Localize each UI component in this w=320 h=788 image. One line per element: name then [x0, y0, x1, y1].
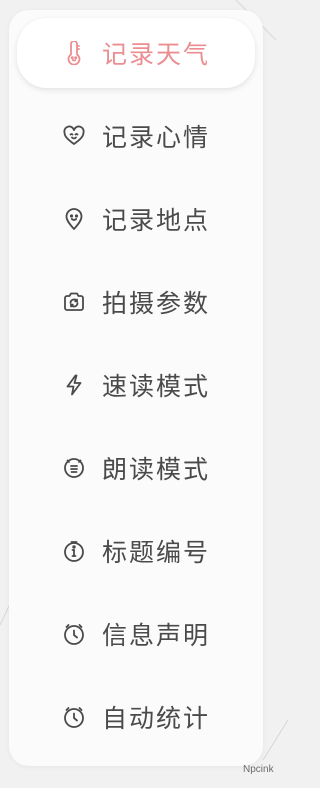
lightning-icon	[62, 373, 86, 397]
menu-item-info-statement[interactable]: 信息声明	[17, 599, 255, 669]
menu-item-label: 标题编号	[101, 538, 210, 567]
menu-item-label: 记录天气	[101, 40, 210, 69]
timer-icon	[62, 705, 86, 729]
menu-item-label: 信息声明	[101, 621, 210, 650]
info-badge-icon	[62, 539, 86, 563]
thermometer-face-icon	[62, 41, 86, 65]
menu-item-record-location[interactable]: 记录地点	[17, 184, 255, 254]
menu-item-label: 拍摄参数	[101, 289, 210, 318]
menu-item-label: 速读模式	[101, 372, 210, 401]
menu-item-label: 记录地点	[101, 206, 210, 235]
menu-item-label: 记录心情	[101, 123, 210, 152]
speak-face-icon	[62, 456, 86, 480]
menu-item-record-weather[interactable]: 记录天气	[17, 18, 255, 88]
menu-item-read-aloud[interactable]: 朗读模式	[17, 433, 255, 503]
menu-item-record-mood[interactable]: 记录心情	[17, 101, 255, 171]
menu-item-speed-read[interactable]: 速读模式	[17, 350, 255, 420]
timer-icon	[62, 622, 86, 646]
feature-menu: 记录天气 记录心情 记录地点 拍摄参数 速读模式 朗读模式 标题编号 信息声明 …	[9, 10, 263, 766]
menu-item-auto-stats[interactable]: 自动统计	[17, 682, 255, 752]
heart-face-icon	[62, 124, 86, 148]
menu-item-label: 自动统计	[101, 704, 210, 733]
menu-item-label: 朗读模式	[101, 455, 210, 484]
menu-item-title-numbering[interactable]: 标题编号	[17, 516, 255, 586]
camera-icon	[62, 290, 86, 314]
location-pin-face-icon	[62, 207, 86, 231]
watermark-text: Npcink	[243, 764, 274, 775]
menu-item-camera-params[interactable]: 拍摄参数	[17, 267, 255, 337]
